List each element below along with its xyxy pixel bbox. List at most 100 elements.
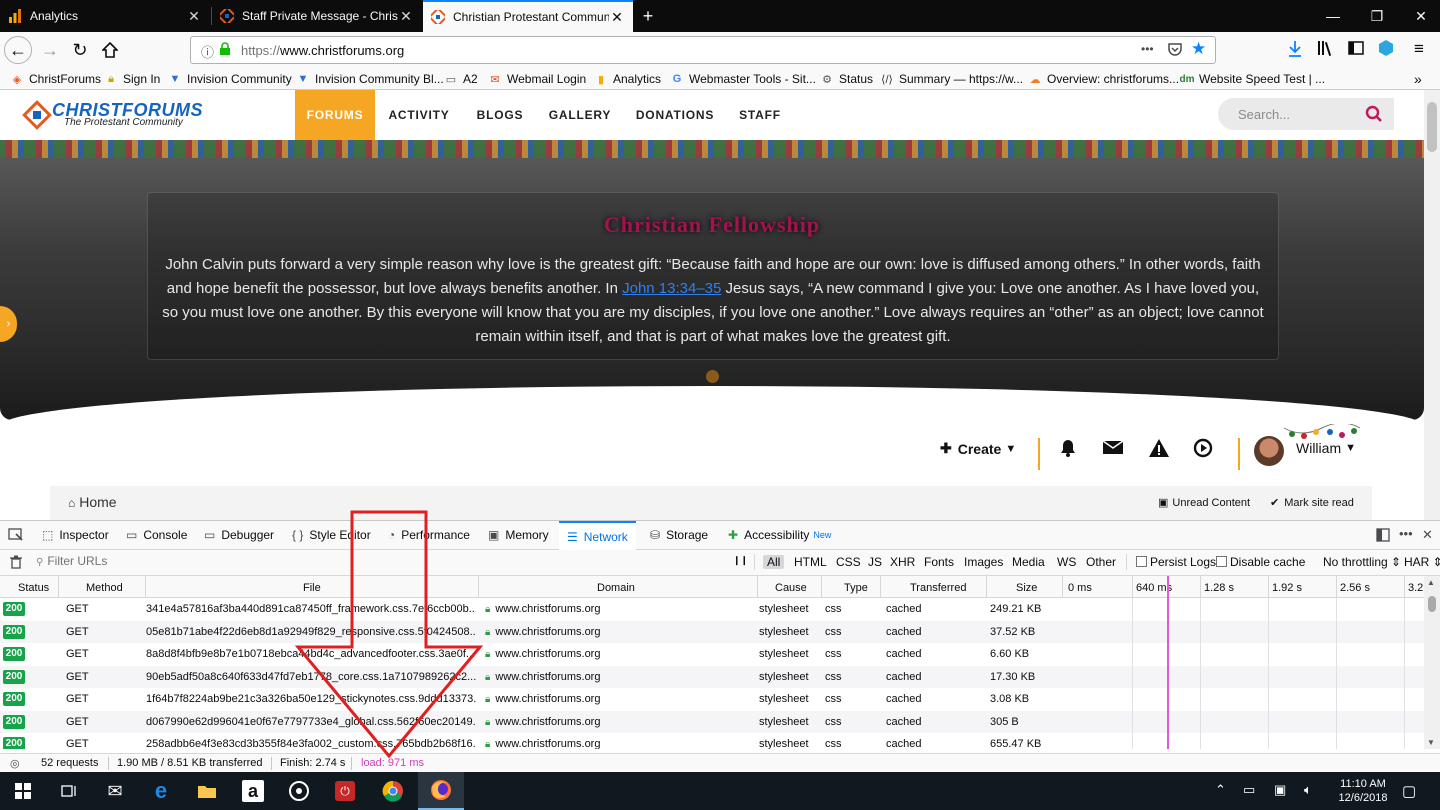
scroll-down-icon[interactable]: ▼ (1427, 738, 1435, 747)
table-row[interactable]: 200 GET 90eb5adf50a8c640f633d47fd7eb1778… (0, 665, 1424, 688)
bookmark-sign-in[interactable]: 🔒︎ Sign In (104, 71, 160, 87)
trash-icon[interactable] (10, 555, 22, 572)
filter-ws[interactable]: WS (1057, 555, 1076, 569)
taskbar-clock[interactable]: 11:10 AM 12/6/2018 (1328, 777, 1398, 805)
amazon-button[interactable]: a (230, 772, 276, 810)
table-row[interactable]: 200 GET 8a8d8f4bfb9e8b7e1b0718ebca44bd4c… (0, 643, 1424, 666)
column-file[interactable]: File (303, 582, 321, 594)
throttling-select[interactable]: No throttling ⇕ (1323, 555, 1401, 569)
tab-memory[interactable]: ▣ Memory (488, 521, 549, 549)
forward-button[interactable]: → (36, 36, 64, 64)
tab-network[interactable]: ☰ Network (559, 521, 636, 550)
scripture-link[interactable]: John 13:34–35 (622, 280, 721, 297)
edge-browser-button[interactable]: e (138, 772, 184, 810)
bookmark-status[interactable]: ⚙ Status (820, 71, 873, 87)
bookmark-star-icon[interactable]: ★ (1191, 39, 1206, 59)
nav-blogs[interactable]: BLOGS (470, 90, 530, 140)
file-explorer-button[interactable] (184, 772, 230, 810)
element-picker-icon[interactable] (8, 528, 24, 545)
nav-donations[interactable]: DONATIONS (632, 90, 718, 140)
firefox-button[interactable] (418, 772, 464, 810)
back-button[interactable]: ← (4, 36, 32, 64)
url-bar[interactable]: ⓘ https://www.christforums.org ••• ★ (190, 36, 1216, 64)
new-tab-button[interactable]: + (634, 0, 662, 32)
column-method[interactable]: Method (86, 582, 123, 594)
volume-icon[interactable]: 🔈︎ (1304, 782, 1312, 798)
battery-icon[interactable]: ▭ (1243, 782, 1255, 798)
mark-site-read-link[interactable]: ✔ Mark site read (1270, 496, 1354, 509)
activity-stream-button[interactable] (1193, 438, 1213, 458)
show-hidden-icons-icon[interactable]: ⌃ (1215, 782, 1226, 798)
bookmark-cloudflare[interactable]: ☁ Overview: christforums... (1028, 71, 1180, 87)
filter-urls-input[interactable]: ⚲ Filter URLs (36, 554, 716, 572)
nav-activity[interactable]: ACTIVITY (385, 90, 453, 140)
reports-button[interactable] (1148, 438, 1170, 458)
bookmark-a2[interactable]: ▭ A2 (444, 71, 478, 87)
filter-js[interactable]: JS (868, 555, 882, 569)
tab-debugger[interactable]: ▭ Debugger (204, 521, 274, 549)
downloads-icon[interactable] (1287, 40, 1303, 61)
performance-analysis-icon[interactable]: ◎ (10, 757, 20, 770)
hamburger-menu-icon[interactable]: ≡ (1414, 39, 1424, 59)
tab-storage[interactable]: ⛁ Storage (650, 521, 708, 549)
bookmark-invision-blog[interactable]: ▼ Invision Community Bl... (296, 71, 444, 87)
avatar[interactable] (1254, 436, 1284, 466)
notifications-button[interactable] (1058, 438, 1078, 458)
tab-accessibility[interactable]: ✚ Accessibility New (728, 521, 831, 549)
browser-tab-analytics[interactable]: Analytics ✕ (0, 0, 210, 32)
filter-images[interactable]: Images (964, 555, 1003, 569)
task-view-button[interactable] (46, 772, 92, 810)
bookmark-analytics[interactable]: ▮ Analytics (594, 71, 661, 87)
column-size[interactable]: Size (1016, 582, 1037, 594)
network-request-list[interactable]: 200 GET 341e4a57816af3ba440d891ca87450ff… (0, 598, 1424, 749)
nav-forums[interactable]: FORUMS (295, 90, 375, 140)
close-tab-icon[interactable]: ✕ (186, 8, 202, 25)
filter-html[interactable]: HTML (794, 555, 827, 569)
browser-tab-christian-protestant[interactable]: Christian Protestant Community ✕ (423, 0, 633, 32)
filter-other[interactable]: Other (1086, 555, 1116, 569)
scroll-up-icon[interactable]: ▲ (1427, 578, 1435, 587)
reload-button[interactable]: ↻ (66, 36, 94, 64)
bookmark-webmaster-tools[interactable]: G Webmaster Tools - Sit... (670, 71, 816, 87)
column-domain[interactable]: Domain (597, 582, 635, 594)
devtools-menu-icon[interactable]: ••• (1399, 526, 1413, 541)
filter-fonts[interactable]: Fonts (924, 555, 954, 569)
close-tab-icon[interactable]: ✕ (398, 8, 414, 25)
page-scrollbar[interactable] (1424, 90, 1440, 520)
create-button[interactable]: ✚ Create ▼ (940, 440, 1016, 457)
restore-button[interactable]: ❐ (1354, 0, 1400, 32)
search-button[interactable] (1354, 98, 1394, 130)
chrome-button[interactable] (370, 772, 416, 810)
network-icon[interactable]: ▣ (1274, 782, 1286, 798)
window-close-button[interactable]: ✕ (1398, 0, 1440, 32)
start-button[interactable] (0, 772, 46, 810)
close-tab-icon[interactable]: ✕ (609, 9, 625, 26)
browser-tab-staff-message[interactable]: Staff Private Message - ChristFo ✕ (212, 0, 422, 32)
bookmark-summary[interactable]: ⟨/⟩ Summary — https://w... (880, 71, 1023, 87)
mail-app-button[interactable]: ✉ (92, 772, 138, 810)
scrollbar-thumb[interactable] (1427, 102, 1437, 152)
disable-cache-checkbox[interactable]: Disable cache (1216, 555, 1305, 569)
table-row[interactable]: 200 GET 1f64b7f8224ab9be21c3a326ba50e129… (0, 688, 1424, 711)
table-row[interactable]: 200 GET 05e81b71abe4f22d6eb8d1a92949f829… (0, 620, 1424, 643)
breadcrumb[interactable]: ⌂ Home (68, 494, 117, 510)
page-actions-icon[interactable]: ••• (1141, 42, 1154, 56)
url-text[interactable]: https://www.christforums.org (241, 43, 404, 58)
table-row[interactable]: 200 GET 258adbb6e4f3e83cd3b355f84e3fa002… (0, 733, 1424, 749)
power-app-button[interactable]: ⏻ (322, 772, 368, 810)
tab-inspector[interactable]: ⬚ Inspector (42, 521, 109, 549)
table-row[interactable]: 200 GET 341e4a57816af3ba440d891ca87450ff… (0, 598, 1424, 621)
dock-side-icon[interactable] (1376, 528, 1390, 545)
extension-icon[interactable] (1378, 40, 1394, 59)
unread-content-link[interactable]: ▣ Unread Content (1158, 496, 1250, 509)
nav-gallery[interactable]: GALLERY (546, 90, 614, 140)
bookmark-invision-community[interactable]: ▼ Invision Community (168, 71, 292, 87)
close-devtools-icon[interactable]: ✕ (1422, 527, 1433, 543)
tab-console[interactable]: ▭ Console (126, 521, 187, 549)
request-list-scrollbar[interactable]: ▲ ▼ (1424, 576, 1440, 749)
info-icon[interactable]: ⓘ (201, 42, 214, 61)
filter-css[interactable]: CSS (836, 555, 861, 569)
christforums-logo-icon[interactable] (22, 100, 52, 133)
bookmarks-overflow-icon[interactable]: » (1414, 71, 1422, 87)
filter-xhr[interactable]: XHR (890, 555, 915, 569)
